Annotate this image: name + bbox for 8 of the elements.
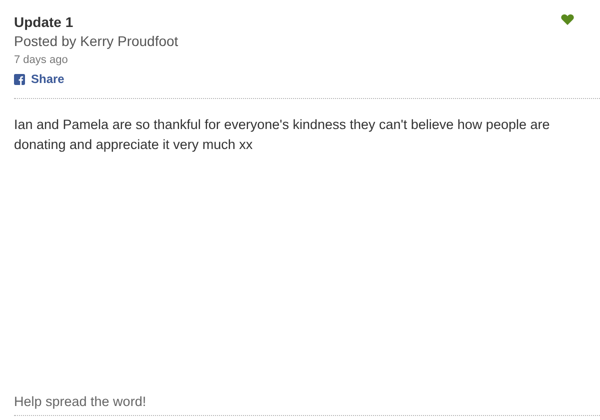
footer-text: Help spread the word! xyxy=(14,394,148,409)
share-link[interactable]: Share xyxy=(14,72,178,86)
post-time: 7 days ago xyxy=(14,54,69,66)
author-line: Posted by Kerry Proudfoot xyxy=(14,33,178,49)
heart-icon[interactable] xyxy=(561,14,574,25)
update-text: Ian and Pamela are so thankful for everyone's kindness they can't believe how people are donating and appreciate it very much xx xyxy=(14,116,551,154)
facebook-icon xyxy=(14,74,25,84)
update-title: Update 1 xyxy=(14,14,74,30)
